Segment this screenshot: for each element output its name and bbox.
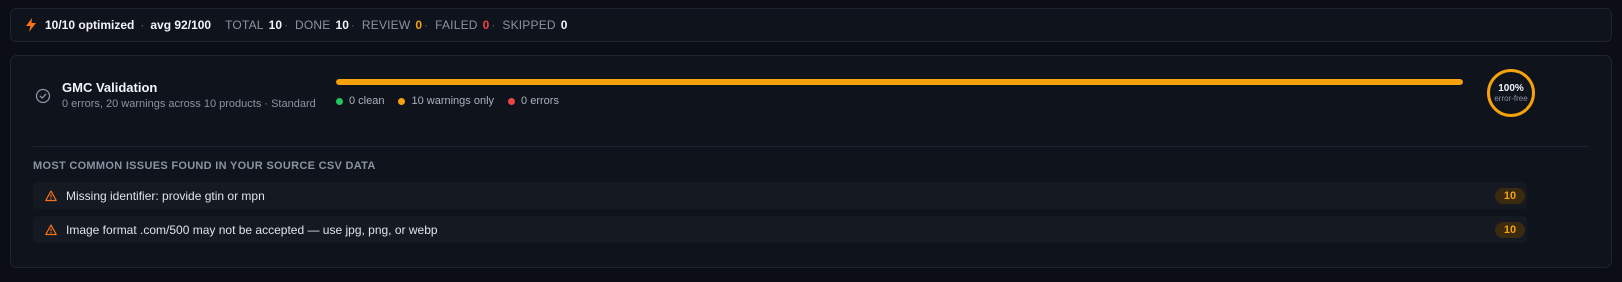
validation-title: GMC Validation [62, 80, 158, 95]
summary-bar: 10/10 optimized · avg 92/100 TOTAL 10 · … [10, 8, 1612, 42]
optimized-count: 10/10 optimized [45, 18, 135, 32]
score-label: error-free [1494, 94, 1528, 103]
stat-total-label: TOTAL [225, 18, 264, 32]
amber-dot-icon [398, 97, 406, 105]
stat-done-label: DONE [295, 18, 331, 32]
issue-row[interactable]: Missing identifier: provide gtin or mpn … [33, 182, 1527, 209]
stat-divider: · [424, 18, 429, 32]
issue-count-badge: 10 [1495, 187, 1525, 204]
legend-warnings: 10 warnings only [398, 95, 494, 107]
stat-review-value: 0 [415, 18, 423, 32]
check-circle-icon [35, 88, 51, 104]
validation-progress-bar [336, 79, 1463, 85]
red-dot-icon [508, 97, 516, 105]
issues-heading: MOST COMMON ISSUES FOUND IN YOUR SOURCE … [33, 160, 376, 172]
warning-icon [45, 223, 57, 236]
validation-subtitle: 0 errors, 20 warnings across 10 products… [62, 98, 316, 110]
bolt-icon [25, 18, 37, 32]
stat-total-value: 10 [268, 18, 283, 32]
gmc-validation-panel: GMC Validation 0 errors, 20 warnings acr… [10, 55, 1612, 268]
score-value: 100% [1498, 83, 1524, 94]
stat-skipped-value: 0 [560, 18, 568, 32]
stat-review-label: REVIEW [361, 18, 411, 32]
issue-text: Missing identifier: provide gtin or mpn [66, 188, 265, 203]
stat-failed-value: 0 [482, 18, 490, 32]
stat-done-value: 10 [335, 18, 349, 32]
issue-count-badge: 10 [1495, 221, 1525, 238]
issue-text: Image format .com/500 may not be accepte… [66, 222, 438, 237]
stat-divider: · [284, 18, 289, 32]
legend-errors: 0 errors [508, 95, 559, 107]
legend-clean: 0 clean [336, 95, 384, 107]
stat-skipped-label: SKIPPED [502, 18, 556, 32]
validation-legend: 0 clean 10 warnings only 0 errors [336, 95, 559, 107]
legend-clean-label: 0 clean [349, 95, 385, 107]
progress-fill [336, 79, 1463, 85]
legend-errors-label: 0 errors [521, 95, 559, 107]
error-free-score-ring: 100% error-free [1487, 69, 1535, 117]
separator: · [140, 18, 145, 32]
divider [33, 146, 1589, 147]
green-dot-icon [336, 97, 343, 105]
stat-divider: · [491, 18, 496, 32]
issue-row[interactable]: Image format .com/500 may not be accepte… [33, 216, 1527, 243]
stat-divider: · [350, 18, 355, 32]
legend-warnings-label: 10 warnings only [411, 95, 495, 107]
stat-failed-label: FAILED [435, 18, 478, 32]
warning-icon [45, 189, 57, 202]
average-score: avg 92/100 [150, 18, 212, 32]
